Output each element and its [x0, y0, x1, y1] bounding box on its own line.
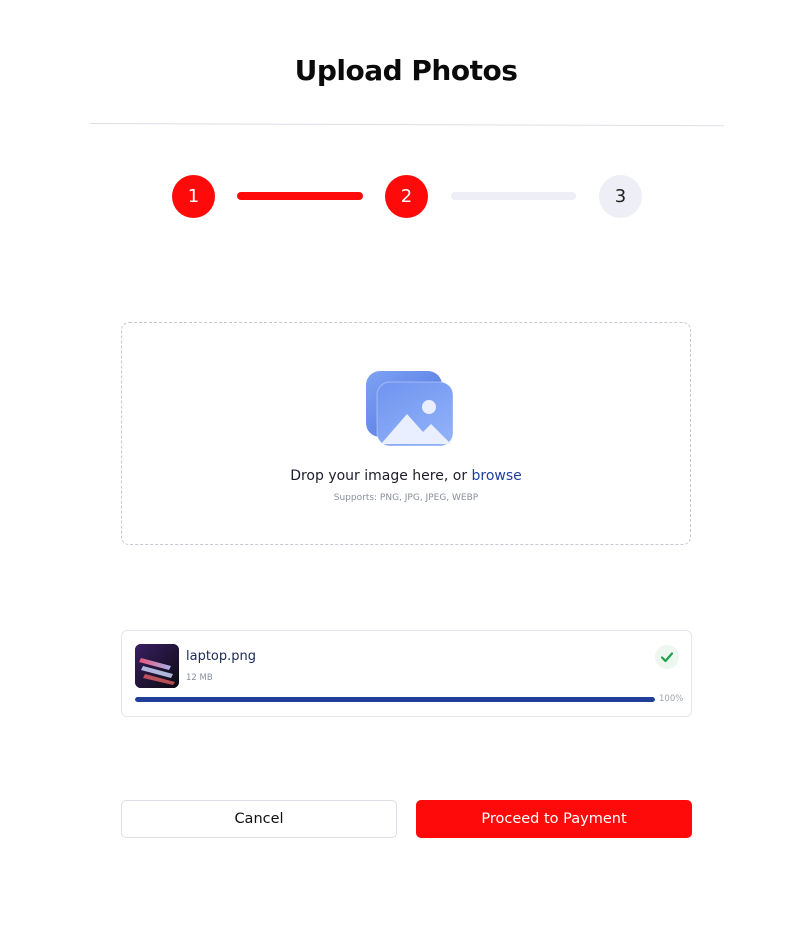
- drop-prompt-text: Drop your image here, or: [290, 468, 468, 484]
- title-divider: [89, 123, 724, 127]
- step-connector-1: [237, 192, 363, 200]
- step-1[interactable]: 1: [172, 175, 215, 218]
- drop-prompt: Drop your image here, or browse: [122, 468, 690, 484]
- check-icon: [660, 652, 674, 663]
- upload-progress-fill: [135, 697, 655, 702]
- step-2[interactable]: 2: [385, 175, 428, 218]
- upload-progress-bar: [135, 697, 655, 702]
- page-title: Upload Photos: [294, 54, 518, 87]
- file-name: laptop.png: [186, 649, 257, 664]
- image-gallery-icon: [365, 370, 455, 448]
- file-thumbnail: [135, 644, 179, 688]
- step-3[interactable]: 3: [599, 175, 642, 218]
- file-size: 12 MB: [186, 673, 213, 683]
- step-connector-2: [451, 192, 576, 200]
- supported-formats: Supports: PNG, JPG, JPEG, WEBP: [333, 493, 479, 503]
- uploaded-file-card: laptop.png 12 MB 100%: [121, 630, 692, 717]
- upload-complete-badge: [655, 645, 679, 669]
- cancel-button[interactable]: Cancel: [121, 800, 397, 838]
- upload-progress-label: 100%: [659, 694, 684, 704]
- proceed-to-payment-button[interactable]: Proceed to Payment: [416, 800, 692, 838]
- browse-link[interactable]: browse: [472, 468, 522, 484]
- image-dropzone[interactable]: Drop your image here, or browse Supports…: [121, 322, 691, 545]
